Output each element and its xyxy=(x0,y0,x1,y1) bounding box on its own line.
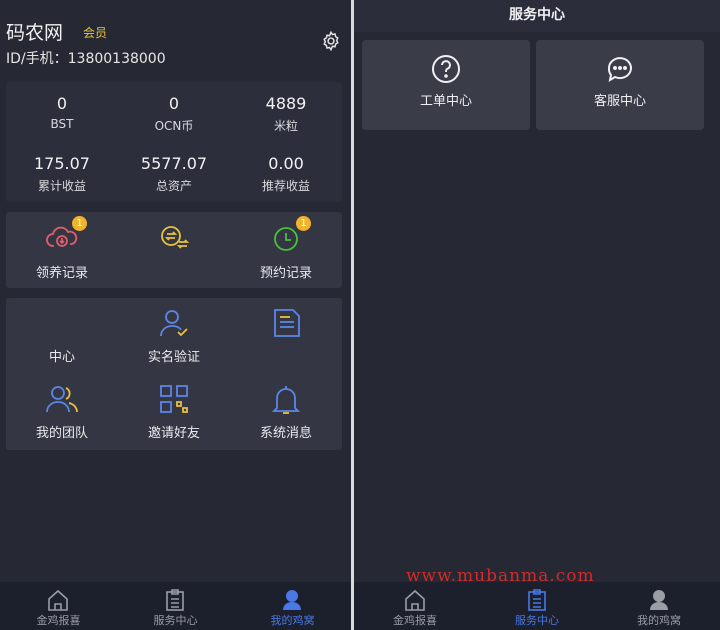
stat-total-income: 175.07 累计收益 xyxy=(6,154,118,194)
tab-label: 服务中心 xyxy=(514,614,559,627)
clipboard-icon xyxy=(528,589,546,611)
qrcode-icon xyxy=(160,385,188,413)
customer-service-center-button[interactable]: 客服中心 xyxy=(536,40,704,130)
feature-label: 邀请好友 xyxy=(147,426,200,441)
stat-label: 推荐收益 xyxy=(261,179,310,193)
tab-service-center[interactable]: 服务中心 xyxy=(476,582,598,630)
question-icon xyxy=(432,55,460,83)
user-icon xyxy=(283,590,302,610)
service-label: 工单中心 xyxy=(419,94,472,109)
exchange-icon xyxy=(161,226,190,249)
tab-my-nest[interactable]: 我的鸡窝 xyxy=(598,582,720,630)
features-card: 中心 实名验证 我的团队 邀请好友 系统消息 xyxy=(6,298,342,450)
notification-badge: 1 xyxy=(296,216,311,231)
record-label: 预约记录 xyxy=(259,266,312,281)
tab-label: 金鸡报喜 xyxy=(392,614,437,627)
bell-icon xyxy=(271,386,301,414)
app-name: 码农网 xyxy=(6,22,64,44)
feature-label: 系统消息 xyxy=(259,426,312,441)
reservation-records-button[interactable]: 1 预约记录 xyxy=(230,216,342,281)
stat-label: BST xyxy=(50,117,74,131)
feature-label: 实名验证 xyxy=(147,350,200,365)
tab-label: 我的鸡窝 xyxy=(270,614,315,627)
stat-label: 累计收益 xyxy=(37,179,86,193)
stat-value: 4889 xyxy=(265,94,307,113)
member-badge: 会员 xyxy=(83,26,108,40)
stat-value: 175.07 xyxy=(34,154,90,173)
stat-value: 0.00 xyxy=(268,154,304,173)
stat-mili: 4889 米粒 xyxy=(230,94,342,134)
tab-label: 金鸡报喜 xyxy=(36,614,81,627)
home-icon xyxy=(405,589,425,611)
tab-home[interactable]: 金鸡报喜 xyxy=(354,582,476,630)
asset-stats: 0 BST 0 OCN币 4889 米粒 175.07 累计收益 5577.07… xyxy=(6,82,342,202)
tab-service-center[interactable]: 服务中心 xyxy=(117,582,234,630)
my-team-button[interactable]: 我的团队 xyxy=(6,382,118,441)
user-id: ID/手机：13800138000 xyxy=(6,51,166,67)
service-label: 客服中心 xyxy=(593,94,646,109)
stat-value: 5577.07 xyxy=(140,154,208,173)
tab-label: 服务中心 xyxy=(153,614,198,627)
real-name-verification-button[interactable]: 实名验证 xyxy=(118,306,230,365)
system-messages-button[interactable]: 系统消息 xyxy=(230,382,342,441)
service-center-panel: 服务中心 工单中心 客服中心 金鸡报喜 服务中心 我的鸡窝 xyxy=(354,0,720,630)
work-order-center-button[interactable]: 工单中心 xyxy=(362,40,530,130)
team-icon xyxy=(46,386,78,413)
stat-referral-income: 0.00 推荐收益 xyxy=(230,154,342,194)
watermark: www.mubanma.com xyxy=(406,566,595,586)
adoption-records-button[interactable]: 1 领养记录 xyxy=(6,216,118,281)
bottom-tab-bar: 金鸡报喜 服务中心 我的鸡窝 xyxy=(0,582,351,630)
record-label: 领养记录 xyxy=(35,266,88,281)
profile-header: 码农网 会员 ID/手机：13800138000 xyxy=(6,18,346,68)
stat-ocn: 0 OCN币 xyxy=(118,94,230,134)
records-card: 1 领养记录 1 预约记录 xyxy=(6,212,342,288)
exchange-records-button[interactable] xyxy=(118,222,230,262)
stat-label: 总资产 xyxy=(155,179,192,193)
stat-bst: 0 BST xyxy=(6,94,118,131)
tab-label: 我的鸡窝 xyxy=(636,614,681,627)
home-icon xyxy=(48,589,69,611)
gear-icon[interactable] xyxy=(320,30,342,52)
stat-label: OCN币 xyxy=(154,119,194,133)
stat-total-assets: 5577.07 总资产 xyxy=(118,154,230,194)
center-button[interactable]: 中心 xyxy=(6,306,118,365)
stat-value: 0 xyxy=(168,94,180,113)
document-icon xyxy=(274,309,300,337)
document-button[interactable] xyxy=(230,306,342,346)
invite-friends-button[interactable]: 邀请好友 xyxy=(118,382,230,441)
stat-value: 0 xyxy=(56,94,68,113)
feature-label: 我的团队 xyxy=(35,426,88,441)
clipboard-icon xyxy=(166,589,185,611)
tab-home[interactable]: 金鸡报喜 xyxy=(0,582,117,630)
user-icon xyxy=(649,590,668,610)
member-panel: 码农网 会员 ID/手机：13800138000 0 BST 0 OCN币 48… xyxy=(0,0,351,630)
feature-label: 中心 xyxy=(48,350,75,365)
notification-badge: 1 xyxy=(72,216,87,231)
bottom-tab-bar: 金鸡报喜 服务中心 我的鸡窝 xyxy=(354,582,720,630)
page-title: 服务中心 xyxy=(354,0,720,32)
user-check-icon xyxy=(160,310,188,337)
stat-label: 米粒 xyxy=(273,119,298,133)
chat-icon xyxy=(607,57,632,83)
tab-my-nest[interactable]: 我的鸡窝 xyxy=(234,582,351,630)
